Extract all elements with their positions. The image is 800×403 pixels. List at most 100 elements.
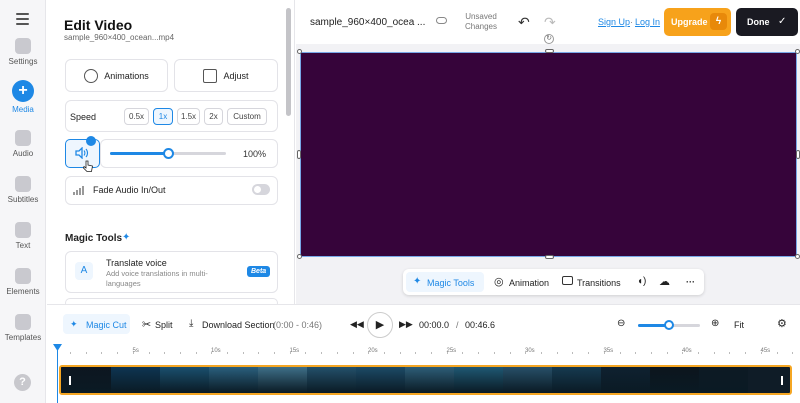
text-icon xyxy=(15,222,31,238)
resize-handle-bottom-left[interactable] xyxy=(297,254,302,259)
speed-option-custom[interactable]: Custom xyxy=(227,108,267,125)
fast-forward-icon[interactable]: ▶▶ xyxy=(399,319,413,330)
ruler-minor-tick xyxy=(745,352,746,354)
resize-handle-bottom-right[interactable] xyxy=(795,254,800,259)
play-button[interactable]: ▶ xyxy=(367,312,393,338)
clip-thumbnail xyxy=(600,367,650,393)
animations-button[interactable]: Animations xyxy=(65,59,168,92)
current-time: 00:00.0 xyxy=(419,320,450,330)
settings-icon xyxy=(15,38,31,54)
sidebar-item-templates[interactable]: Templates xyxy=(0,314,46,342)
done-button[interactable]: Done ✓ xyxy=(736,8,798,36)
clip-thumbnail xyxy=(159,367,209,393)
ruler-minor-tick xyxy=(305,352,306,354)
translate-voice-description: Add voice translations in multi-language… xyxy=(106,269,208,288)
sidebar-item-label: Elements xyxy=(6,287,40,296)
ruler-minor-tick xyxy=(604,352,605,354)
volume-slider-fill xyxy=(110,152,168,155)
hamburger-menu-icon[interactable] xyxy=(16,13,29,28)
animations-label: Animations xyxy=(104,70,149,81)
total-time: 00:46.6 xyxy=(465,320,496,330)
checkmark-icon: ✓ xyxy=(778,16,787,27)
done-label: Done xyxy=(747,17,770,27)
resize-handle-top-right[interactable] xyxy=(795,49,800,54)
beta-badge: Beta xyxy=(247,266,271,277)
sidebar-item-audio[interactable]: Audio xyxy=(0,130,46,158)
ruler-minor-tick xyxy=(431,352,432,354)
unsaved-changes-status: Unsaved Changes xyxy=(464,12,498,31)
project-filename[interactable]: sample_960×400_ocea ... xyxy=(310,17,425,28)
speed-option-1x[interactable]: 1x xyxy=(153,108,173,125)
scissors-icon: ✂ xyxy=(142,319,152,331)
zoom-out-icon[interactable]: ⊖ xyxy=(617,318,625,329)
volume-slider-knob[interactable] xyxy=(163,148,174,159)
resize-handle-bottom[interactable] xyxy=(545,255,554,259)
cloud-upload-icon[interactable]: ☁ xyxy=(659,275,670,288)
speed-option-1.5x[interactable]: 1.5x xyxy=(177,108,200,125)
fit-button[interactable]: Fit xyxy=(734,320,744,330)
templates-icon xyxy=(15,314,31,330)
cloud-off-icon xyxy=(436,17,447,24)
panel-scrollbar[interactable] xyxy=(286,8,291,116)
resize-handle-top[interactable] xyxy=(545,49,554,53)
ruler-minor-tick xyxy=(368,352,369,354)
help-icon[interactable]: ? xyxy=(14,374,31,391)
sidebar-item-subtitles[interactable]: Subtitles xyxy=(0,176,46,204)
sidebar-item-media[interactable]: + Media xyxy=(0,80,46,114)
video-track-clip[interactable] xyxy=(59,365,792,395)
clip-trim-handle-right[interactable] xyxy=(781,376,783,385)
sidebar-item-settings[interactable]: Settings xyxy=(0,38,46,66)
ruler-minor-tick xyxy=(651,352,652,354)
speed-option-2x[interactable]: 2x xyxy=(204,108,223,125)
upgrade-button[interactable]: Upgrade ϟ xyxy=(664,8,731,36)
ruler-tick-label: 40s xyxy=(682,348,692,354)
rotate-handle-icon[interactable]: ↻ xyxy=(544,34,554,44)
zoom-slider-knob[interactable] xyxy=(664,320,674,330)
clip-thumbnail xyxy=(110,367,160,393)
zoom-in-icon[interactable]: ⊕ xyxy=(711,318,719,329)
undo-icon[interactable]: ↶ xyxy=(518,14,530,31)
sign-up-link[interactable]: Sign Up xyxy=(598,17,630,27)
playhead[interactable] xyxy=(57,344,58,403)
clip-thumbnail xyxy=(257,367,307,393)
resize-handle-left[interactable] xyxy=(297,150,301,159)
more-options-icon[interactable]: ··· xyxy=(686,277,695,287)
gear-icon[interactable]: ⚙ xyxy=(777,317,787,330)
ruler-minor-tick xyxy=(682,352,683,354)
speed-option-0.5x[interactable]: 0.5x xyxy=(124,108,149,125)
toolbar-animation[interactable]: Animation xyxy=(509,278,549,288)
ruler-minor-tick xyxy=(588,352,589,354)
toolbar-magic-tools[interactable]: Magic Tools xyxy=(427,278,474,288)
ruler-minor-tick xyxy=(792,352,793,354)
clip-trim-handle-left[interactable] xyxy=(69,376,71,385)
clip-thumbnail xyxy=(453,367,503,393)
ruler-minor-tick xyxy=(510,352,511,354)
magic-sparkle-icon: ✦ xyxy=(413,276,422,287)
ruler-minor-tick xyxy=(211,352,212,354)
volume-value: 100% xyxy=(243,149,267,159)
sidebar-item-text[interactable]: Text xyxy=(0,222,46,250)
redo-icon[interactable]: ↷ xyxy=(544,14,556,31)
ruler-minor-tick xyxy=(101,352,102,354)
toolbar-transitions[interactable]: Transitions xyxy=(577,278,621,288)
resize-handle-top-left[interactable] xyxy=(297,49,302,54)
fade-audio-toggle[interactable] xyxy=(252,184,270,195)
volume-indicator-dot xyxy=(86,136,96,146)
adjust-button[interactable]: Adjust xyxy=(174,59,278,92)
speaker-icon[interactable]: ◖) xyxy=(637,276,646,287)
subtitles-icon xyxy=(15,176,31,192)
log-in-link[interactable]: Log In xyxy=(635,17,660,27)
rewind-icon[interactable]: ◀◀ xyxy=(350,319,364,330)
download-section-button[interactable]: Download Section xyxy=(202,320,275,330)
sidebar-item-label: Subtitles xyxy=(7,195,39,204)
ruler-minor-tick xyxy=(149,352,150,354)
ruler-tick-label: 30s xyxy=(525,348,535,354)
split-button[interactable]: Split xyxy=(155,320,173,330)
volume-icon xyxy=(75,147,89,159)
resize-handle-right[interactable] xyxy=(796,150,800,159)
sidebar-item-elements[interactable]: Elements xyxy=(0,268,46,296)
elements-icon xyxy=(15,268,31,284)
video-canvas[interactable] xyxy=(300,52,797,257)
download-range: (0:00 - 0:46) xyxy=(273,320,323,330)
ruler-minor-tick xyxy=(667,352,668,354)
